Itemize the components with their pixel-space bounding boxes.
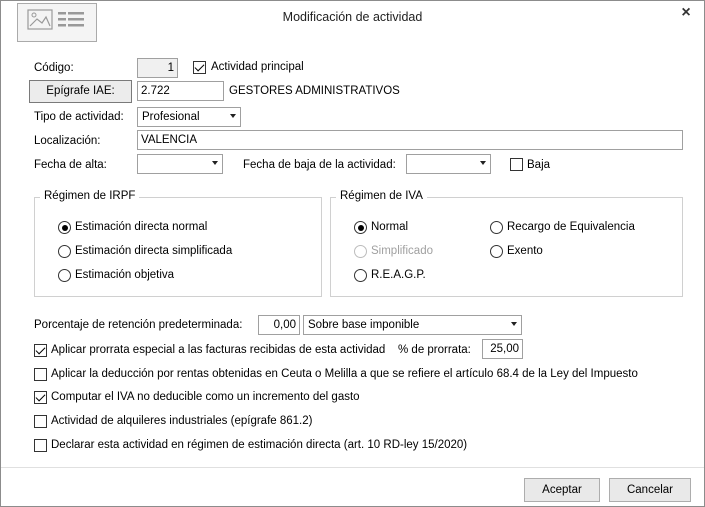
iva-exento-radio[interactable] bbox=[490, 245, 503, 258]
iva-recargo-equivalencia-radio[interactable] bbox=[490, 221, 503, 234]
prorrata-checkbox[interactable] bbox=[34, 344, 47, 357]
irpf-estimacion-directa-normal-radio[interactable] bbox=[58, 221, 71, 234]
cancel-button[interactable]: Cancelar bbox=[609, 478, 691, 502]
localizacion-label: Localización: bbox=[34, 135, 101, 147]
epigrafe-iae-button[interactable]: Epígrafe IAE: bbox=[29, 80, 132, 103]
chevron-down-icon bbox=[212, 161, 218, 165]
irpf-estimacion-directa-simplificada-radio[interactable] bbox=[58, 245, 71, 258]
irpf-estimacion-objetiva-radio[interactable] bbox=[58, 269, 71, 282]
codigo-field: 1 bbox=[137, 58, 178, 78]
iva-simplificado-radio bbox=[354, 245, 367, 258]
fecha-alta-label: Fecha de alta: bbox=[34, 159, 107, 171]
epigrafe-code-field[interactable]: 2.722 bbox=[137, 81, 224, 101]
fecha-alta-picker[interactable] bbox=[137, 154, 223, 174]
tipo-actividad-select[interactable]: Profesional bbox=[137, 107, 241, 127]
baja-checkbox[interactable] bbox=[510, 158, 523, 171]
iva-no-deducible-label: Computar el IVA no deducible como un inc… bbox=[51, 391, 360, 403]
tipo-actividad-value: Profesional bbox=[142, 111, 200, 123]
iva-option-label: Recargo de Equivalencia bbox=[507, 221, 635, 233]
iva-group-title: Régimen de IVA bbox=[336, 190, 427, 202]
epigrafe-description: GESTORES ADMINISTRATIVOS bbox=[229, 85, 400, 97]
retencion-field[interactable]: 0,00 bbox=[258, 315, 300, 335]
irpf-option-label: Estimación directa simplificada bbox=[75, 245, 233, 257]
accept-button[interactable]: Aceptar bbox=[524, 478, 600, 502]
codigo-label: Código: bbox=[34, 62, 74, 74]
irpf-option-label: Estimación objetiva bbox=[75, 269, 175, 281]
retencion-label: Porcentaje de retención predeterminada: bbox=[34, 319, 243, 331]
localizacion-field[interactable]: VALENCIA bbox=[137, 130, 683, 150]
iva-option-label: Simplificado bbox=[371, 245, 433, 257]
estimacion-directa-rdley-checkbox[interactable] bbox=[34, 439, 47, 452]
iva-normal-radio[interactable] bbox=[354, 221, 367, 234]
actividad-principal-label: Actividad principal bbox=[211, 61, 304, 73]
tipo-actividad-label: Tipo de actividad: bbox=[34, 111, 124, 123]
iva-no-deducible-checkbox[interactable] bbox=[34, 391, 47, 404]
iva-reagp-radio[interactable] bbox=[354, 269, 367, 282]
chevron-down-icon bbox=[230, 114, 236, 118]
retencion-base-select[interactable]: Sobre base imponible bbox=[303, 315, 522, 335]
close-icon[interactable]: × bbox=[676, 3, 696, 23]
chevron-down-icon bbox=[511, 322, 517, 326]
dialog-title: Modificación de actividad bbox=[282, 10, 423, 24]
prorrata-pct-label: % de prorrata: bbox=[398, 344, 471, 356]
baja-label: Baja bbox=[527, 159, 551, 171]
ceuta-melilla-label: Aplicar la deducción por rentas obtenida… bbox=[51, 368, 638, 380]
irpf-group-title: Régimen de IRPF bbox=[40, 190, 140, 202]
fecha-baja-picker[interactable] bbox=[406, 154, 491, 174]
iva-option-label: Exento bbox=[507, 245, 543, 257]
fecha-baja-label: Fecha de baja de la actividad: bbox=[243, 159, 396, 171]
alquileres-industriales-label: Actividad de alquileres industriales (ep… bbox=[51, 415, 313, 427]
iva-option-label: R.E.A.G.P. bbox=[371, 269, 426, 281]
alquileres-industriales-checkbox[interactable] bbox=[34, 415, 47, 428]
estimacion-directa-rdley-label: Declarar esta actividad en régimen de es… bbox=[51, 439, 468, 451]
prorrata-label: Aplicar prorrata especial a las facturas… bbox=[51, 344, 386, 356]
ceuta-melilla-checkbox[interactable] bbox=[34, 368, 47, 381]
dialog-window: Modificación de actividad × Código: 1 Ac… bbox=[0, 0, 705, 507]
actividad-principal-checkbox[interactable] bbox=[193, 61, 206, 74]
footer-divider bbox=[1, 467, 704, 468]
chevron-down-icon bbox=[480, 161, 486, 165]
retencion-base-value: Sobre base imponible bbox=[308, 319, 420, 331]
iva-option-label: Normal bbox=[371, 221, 409, 233]
irpf-option-label: Estimación directa normal bbox=[75, 221, 208, 233]
prorrata-pct-field[interactable]: 25,00 bbox=[482, 339, 523, 359]
